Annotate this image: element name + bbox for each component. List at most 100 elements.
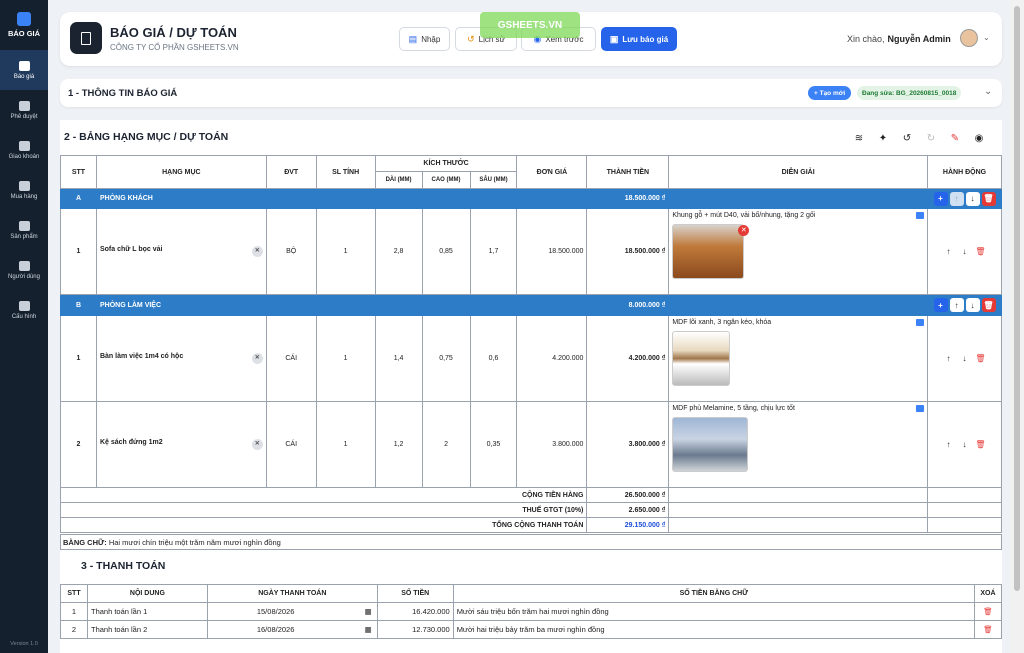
image-icon[interactable] bbox=[916, 405, 924, 412]
info-panel: 1 - THÔNG TIN BÁO GIÁ + Tạo mới Đang sửa… bbox=[60, 79, 1002, 107]
arrow-up-icon[interactable]: ↑ bbox=[941, 351, 956, 366]
import-button[interactable]: ▤ Nhập bbox=[399, 27, 450, 51]
row-desc[interactable]: MDF phủ Melamine, 5 tầng, chịu lực tốt bbox=[668, 401, 928, 488]
scrollbar-thumb[interactable] bbox=[1014, 6, 1020, 591]
row-unit[interactable]: CÁI bbox=[265, 401, 317, 488]
row-stt: 2 bbox=[60, 401, 97, 488]
row-qty[interactable]: 1 bbox=[315, 315, 376, 402]
clear-icon[interactable]: ✕ bbox=[251, 246, 263, 257]
trash-icon[interactable]: 🗑 bbox=[973, 620, 1003, 639]
sidebar-item-nguoi-dung[interactable]: Người dùng bbox=[0, 250, 48, 290]
layers-icon[interactable]: ≋ bbox=[847, 129, 871, 147]
col-header-amount: THÀNH TIỀN bbox=[586, 155, 670, 189]
pay-amount-input[interactable]: 16.420.000 bbox=[376, 602, 454, 621]
pay-header-delete: XOÁ bbox=[973, 584, 1003, 603]
row-qty[interactable]: 1 bbox=[315, 401, 376, 488]
row-height[interactable]: 0,75 bbox=[421, 315, 471, 402]
image-icon[interactable] bbox=[916, 319, 924, 326]
sidebar-item-giao-khoan[interactable]: Giao khoán bbox=[0, 130, 48, 170]
arrow-up-icon[interactable]: ↑ bbox=[949, 191, 964, 206]
clear-icon[interactable]: ✕ bbox=[251, 353, 263, 364]
add-icon[interactable]: + bbox=[933, 298, 948, 312]
add-icon[interactable]: + bbox=[933, 191, 948, 206]
row-desc[interactable]: MDF lõi xanh, 3 ngăn kéo, khóa bbox=[668, 315, 928, 402]
pay-content-input[interactable]: Thanh toán lần 1 bbox=[86, 602, 208, 621]
brush-icon[interactable]: ✎ bbox=[943, 129, 967, 147]
sidebar-logo[interactable]: BÁO GIÁ bbox=[0, 0, 48, 50]
arrow-up-icon[interactable]: ↑ bbox=[941, 244, 956, 259]
sidebar-item-san-pham[interactable]: Sản phẩm bbox=[0, 210, 48, 250]
page-scrollbar[interactable] bbox=[1010, 0, 1024, 653]
grand-total-label: TỔNG CỘNG THANH TOÁN bbox=[59, 517, 588, 533]
remove-image-icon[interactable]: ✕ bbox=[738, 225, 750, 236]
row-desc[interactable]: Khung gỗ + mút D40, vải bố/nhung, tặng 2… bbox=[668, 208, 928, 295]
calendar-icon[interactable]: ▦ bbox=[365, 607, 372, 616]
clear-icon[interactable]: ✕ bbox=[251, 439, 263, 450]
image-icon[interactable] bbox=[916, 212, 924, 219]
desk-image[interactable] bbox=[672, 331, 731, 386]
sidebar-item-phe-duyet[interactable]: Phê duyệt bbox=[0, 90, 48, 130]
undo-icon[interactable]: ↺ bbox=[895, 129, 919, 147]
handshake-icon bbox=[18, 140, 30, 151]
desc-text: MDF phủ Melamine, 5 tầng, chịu lực tốt bbox=[672, 405, 795, 412]
row-price[interactable]: 3.800.000 bbox=[516, 401, 588, 488]
row-item[interactable]: Bàn làm việc 1m4 có hộc ✕ bbox=[95, 315, 267, 402]
eye-icon[interactable]: ◉ bbox=[967, 129, 991, 147]
redo-icon[interactable]: ↻ bbox=[919, 129, 943, 147]
pay-content-input[interactable]: Thanh toán lần 2 bbox=[86, 620, 208, 639]
row-height[interactable]: 2 bbox=[421, 401, 471, 488]
bookshelf-image[interactable] bbox=[672, 417, 749, 472]
pay-date-text: 16/08/2026 bbox=[256, 625, 295, 634]
sofa-image[interactable] bbox=[672, 224, 745, 279]
row-len[interactable]: 1,2 bbox=[374, 401, 423, 488]
magic-wand-icon[interactable]: ✦ bbox=[871, 129, 895, 147]
sidebar-logo-text: BÁO GIÁ bbox=[7, 29, 41, 38]
arrow-up-icon[interactable]: ↑ bbox=[941, 437, 956, 452]
trash-icon[interactable]: 🗑 bbox=[973, 244, 988, 259]
arrow-down-icon[interactable]: ↓ bbox=[965, 298, 980, 312]
calendar-icon[interactable]: ▦ bbox=[365, 625, 372, 634]
row-height[interactable]: 0,85 bbox=[421, 208, 471, 295]
sidebar-item-mua-hang[interactable]: Mua hàng bbox=[0, 170, 48, 210]
row-amount: 3.800.000 ₫ bbox=[586, 401, 670, 488]
pay-date-input[interactable]: 16/08/2026 ▦ bbox=[206, 620, 378, 639]
row-unit[interactable]: CÁI bbox=[265, 315, 317, 402]
row-item[interactable]: Kệ sách đứng 1m2 ✕ bbox=[95, 401, 267, 488]
avatar[interactable] bbox=[960, 29, 978, 47]
pay-date-input[interactable]: 15/08/2026 ▦ bbox=[206, 602, 378, 621]
sidebar-item-cau-hinh[interactable]: Cấu hình bbox=[0, 290, 48, 330]
category-total: 18.500.000 ₫ bbox=[586, 188, 670, 209]
sidebar-item-label: Phê duyệt bbox=[10, 113, 38, 120]
trash-icon[interactable]: 🗑 bbox=[973, 602, 1003, 621]
arrow-down-icon[interactable]: ↓ bbox=[957, 351, 972, 366]
arrow-down-icon[interactable]: ↓ bbox=[965, 191, 980, 206]
trash-icon[interactable]: 🗑 bbox=[973, 437, 988, 452]
row-price[interactable]: 18.500.000 bbox=[516, 208, 588, 295]
pay-amount-input[interactable]: 12.730.000 bbox=[376, 620, 454, 639]
trash-icon[interactable]: 🗑 bbox=[981, 191, 996, 206]
sidebar-item-bao-gia[interactable]: Báo giá bbox=[0, 50, 48, 90]
arrow-up-icon[interactable]: ↑ bbox=[949, 298, 964, 312]
trash-icon[interactable]: 🗑 bbox=[981, 298, 996, 312]
row-depth[interactable]: 1,7 bbox=[469, 208, 518, 295]
chevron-down-icon[interactable]: ⌄ bbox=[983, 33, 990, 42]
new-quote-button[interactable]: + Tạo mới bbox=[808, 86, 852, 100]
row-unit[interactable]: BỘ bbox=[265, 208, 317, 295]
category-name: PHÒNG LÀM VIỆC bbox=[95, 294, 588, 316]
row-depth[interactable]: 0,6 bbox=[469, 315, 518, 402]
items-panel: 2 - BẢNG HẠNG MỤC / DỰ TOÁN ≋ ✦ ↺ ↻ ✎ ◉ … bbox=[59, 120, 1003, 653]
col-header-depth: SÂU (MM) bbox=[469, 171, 518, 189]
arrow-down-icon[interactable]: ↓ bbox=[957, 437, 972, 452]
save-button[interactable]: ▣ Lưu báo giá bbox=[601, 27, 677, 51]
trash-icon[interactable]: 🗑 bbox=[973, 351, 988, 366]
col-header-height: CAO (MM) bbox=[421, 171, 471, 189]
row-price[interactable]: 4.200.000 bbox=[516, 315, 588, 402]
row-depth[interactable]: 0,35 bbox=[469, 401, 518, 488]
col-header-stt: STT bbox=[60, 155, 97, 189]
row-item[interactable]: Sofa chữ L bọc vải ✕ bbox=[95, 208, 267, 295]
row-len[interactable]: 1,4 bbox=[374, 315, 423, 402]
chevron-down-icon[interactable]: ⌄ bbox=[984, 86, 992, 97]
row-qty[interactable]: 1 bbox=[315, 208, 376, 295]
arrow-down-icon[interactable]: ↓ bbox=[957, 244, 972, 259]
row-len[interactable]: 2,8 bbox=[374, 208, 423, 295]
